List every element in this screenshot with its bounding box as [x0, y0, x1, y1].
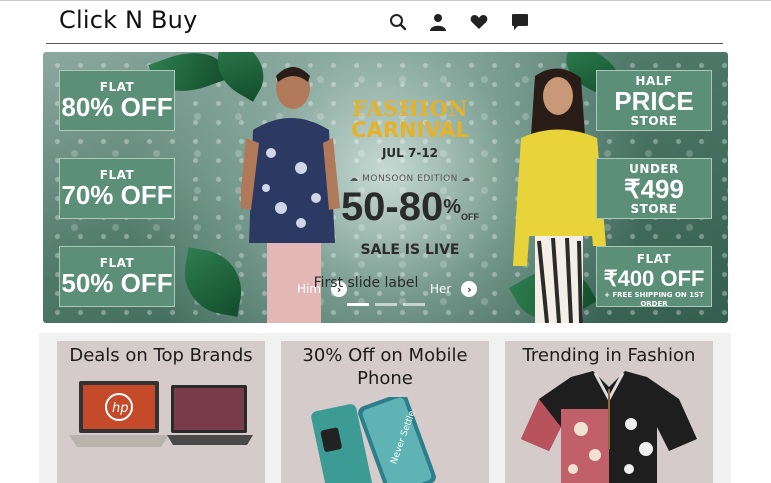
offer-big: ₹400 OFF	[603, 266, 705, 291]
edition-line: ☁ MONSOON EDITION ☁	[321, 174, 499, 184]
carousel-caption: First slide label	[313, 275, 419, 291]
carousel-indicators	[336, 303, 436, 306]
offer-bottom: STORE	[630, 202, 678, 216]
headline-carnival: CARNIVAL	[351, 118, 469, 142]
card-title: 30% Off on Mobile Phone	[302, 345, 468, 389]
brand-logo[interactable]: Click N Buy	[59, 6, 197, 34]
offer-big: ₹499	[624, 174, 684, 204]
offer-badge[interactable]: FLAT 80% OFF	[59, 70, 175, 131]
product-card-mobile[interactable]: 30% Off on Mobile Phone Never Settle	[281, 341, 489, 483]
top-border	[0, 0, 771, 1]
chevron-right-icon: ›	[461, 281, 478, 297]
offer-small: FLAT	[636, 252, 672, 266]
heart-icon[interactable]	[469, 12, 489, 32]
carnival-headline: FASHION CARNIVAL JUL 7-12 ☁ MONSOON EDIT…	[321, 92, 499, 292]
card-title: Deals on Top Brands	[69, 345, 253, 366]
product-card-fashion[interactable]: Trending in Fashion	[505, 341, 713, 483]
offer-bottom: + FREE SHIPPING ON 1ST ORDER	[604, 291, 704, 308]
offer-big: PRICE	[614, 86, 694, 116]
cloud-icon: ☁	[349, 174, 359, 184]
cloud-icon: ☁	[461, 174, 471, 184]
offer-badge[interactable]: HALF PRICE STORE	[596, 70, 712, 131]
female-model-image	[513, 66, 608, 323]
offer-big: 70% OFF	[61, 180, 173, 210]
offer-big: 80% OFF	[61, 92, 173, 122]
offer-badge[interactable]: UNDER ₹499 STORE	[596, 158, 712, 219]
product-card-brands[interactable]: Deals on Top Brands hp	[57, 341, 265, 483]
sale-dates: JUL 7-12	[381, 146, 439, 160]
discount-range: 50-80%OFF	[321, 186, 499, 238]
offer-badge[interactable]: FLAT ₹400 OFF + FREE SHIPPING ON 1ST ORD…	[596, 246, 712, 308]
discount-off: OFF	[461, 212, 480, 222]
user-icon[interactable]	[428, 12, 448, 32]
edition-label: MONSOON EDITION	[362, 174, 458, 184]
offer-bottom: STORE	[630, 114, 678, 128]
carousel-indicator[interactable]	[375, 303, 397, 306]
offer-badge[interactable]: FLAT 70% OFF	[59, 158, 175, 219]
carousel-indicator[interactable]	[347, 303, 369, 306]
card-title: Trending in Fashion	[522, 345, 696, 366]
offer-badge[interactable]: FLAT 50% OFF	[59, 246, 175, 307]
laptop-image: hp	[65, 379, 255, 463]
site-header: Click N Buy	[46, 2, 723, 44]
offer-big: 50% OFF	[61, 268, 173, 298]
discount-percent: %	[443, 196, 462, 218]
shirt-image	[511, 369, 707, 483]
phone-image: Never Settle	[311, 392, 471, 483]
carousel-indicator[interactable]	[403, 303, 425, 306]
svg-text:hp: hp	[112, 401, 129, 416]
sale-live-label: SALE IS LIVE	[360, 242, 460, 258]
chat-icon[interactable]	[510, 12, 530, 32]
discount-value: 50-80	[340, 185, 444, 229]
search-icon[interactable]	[388, 12, 408, 32]
